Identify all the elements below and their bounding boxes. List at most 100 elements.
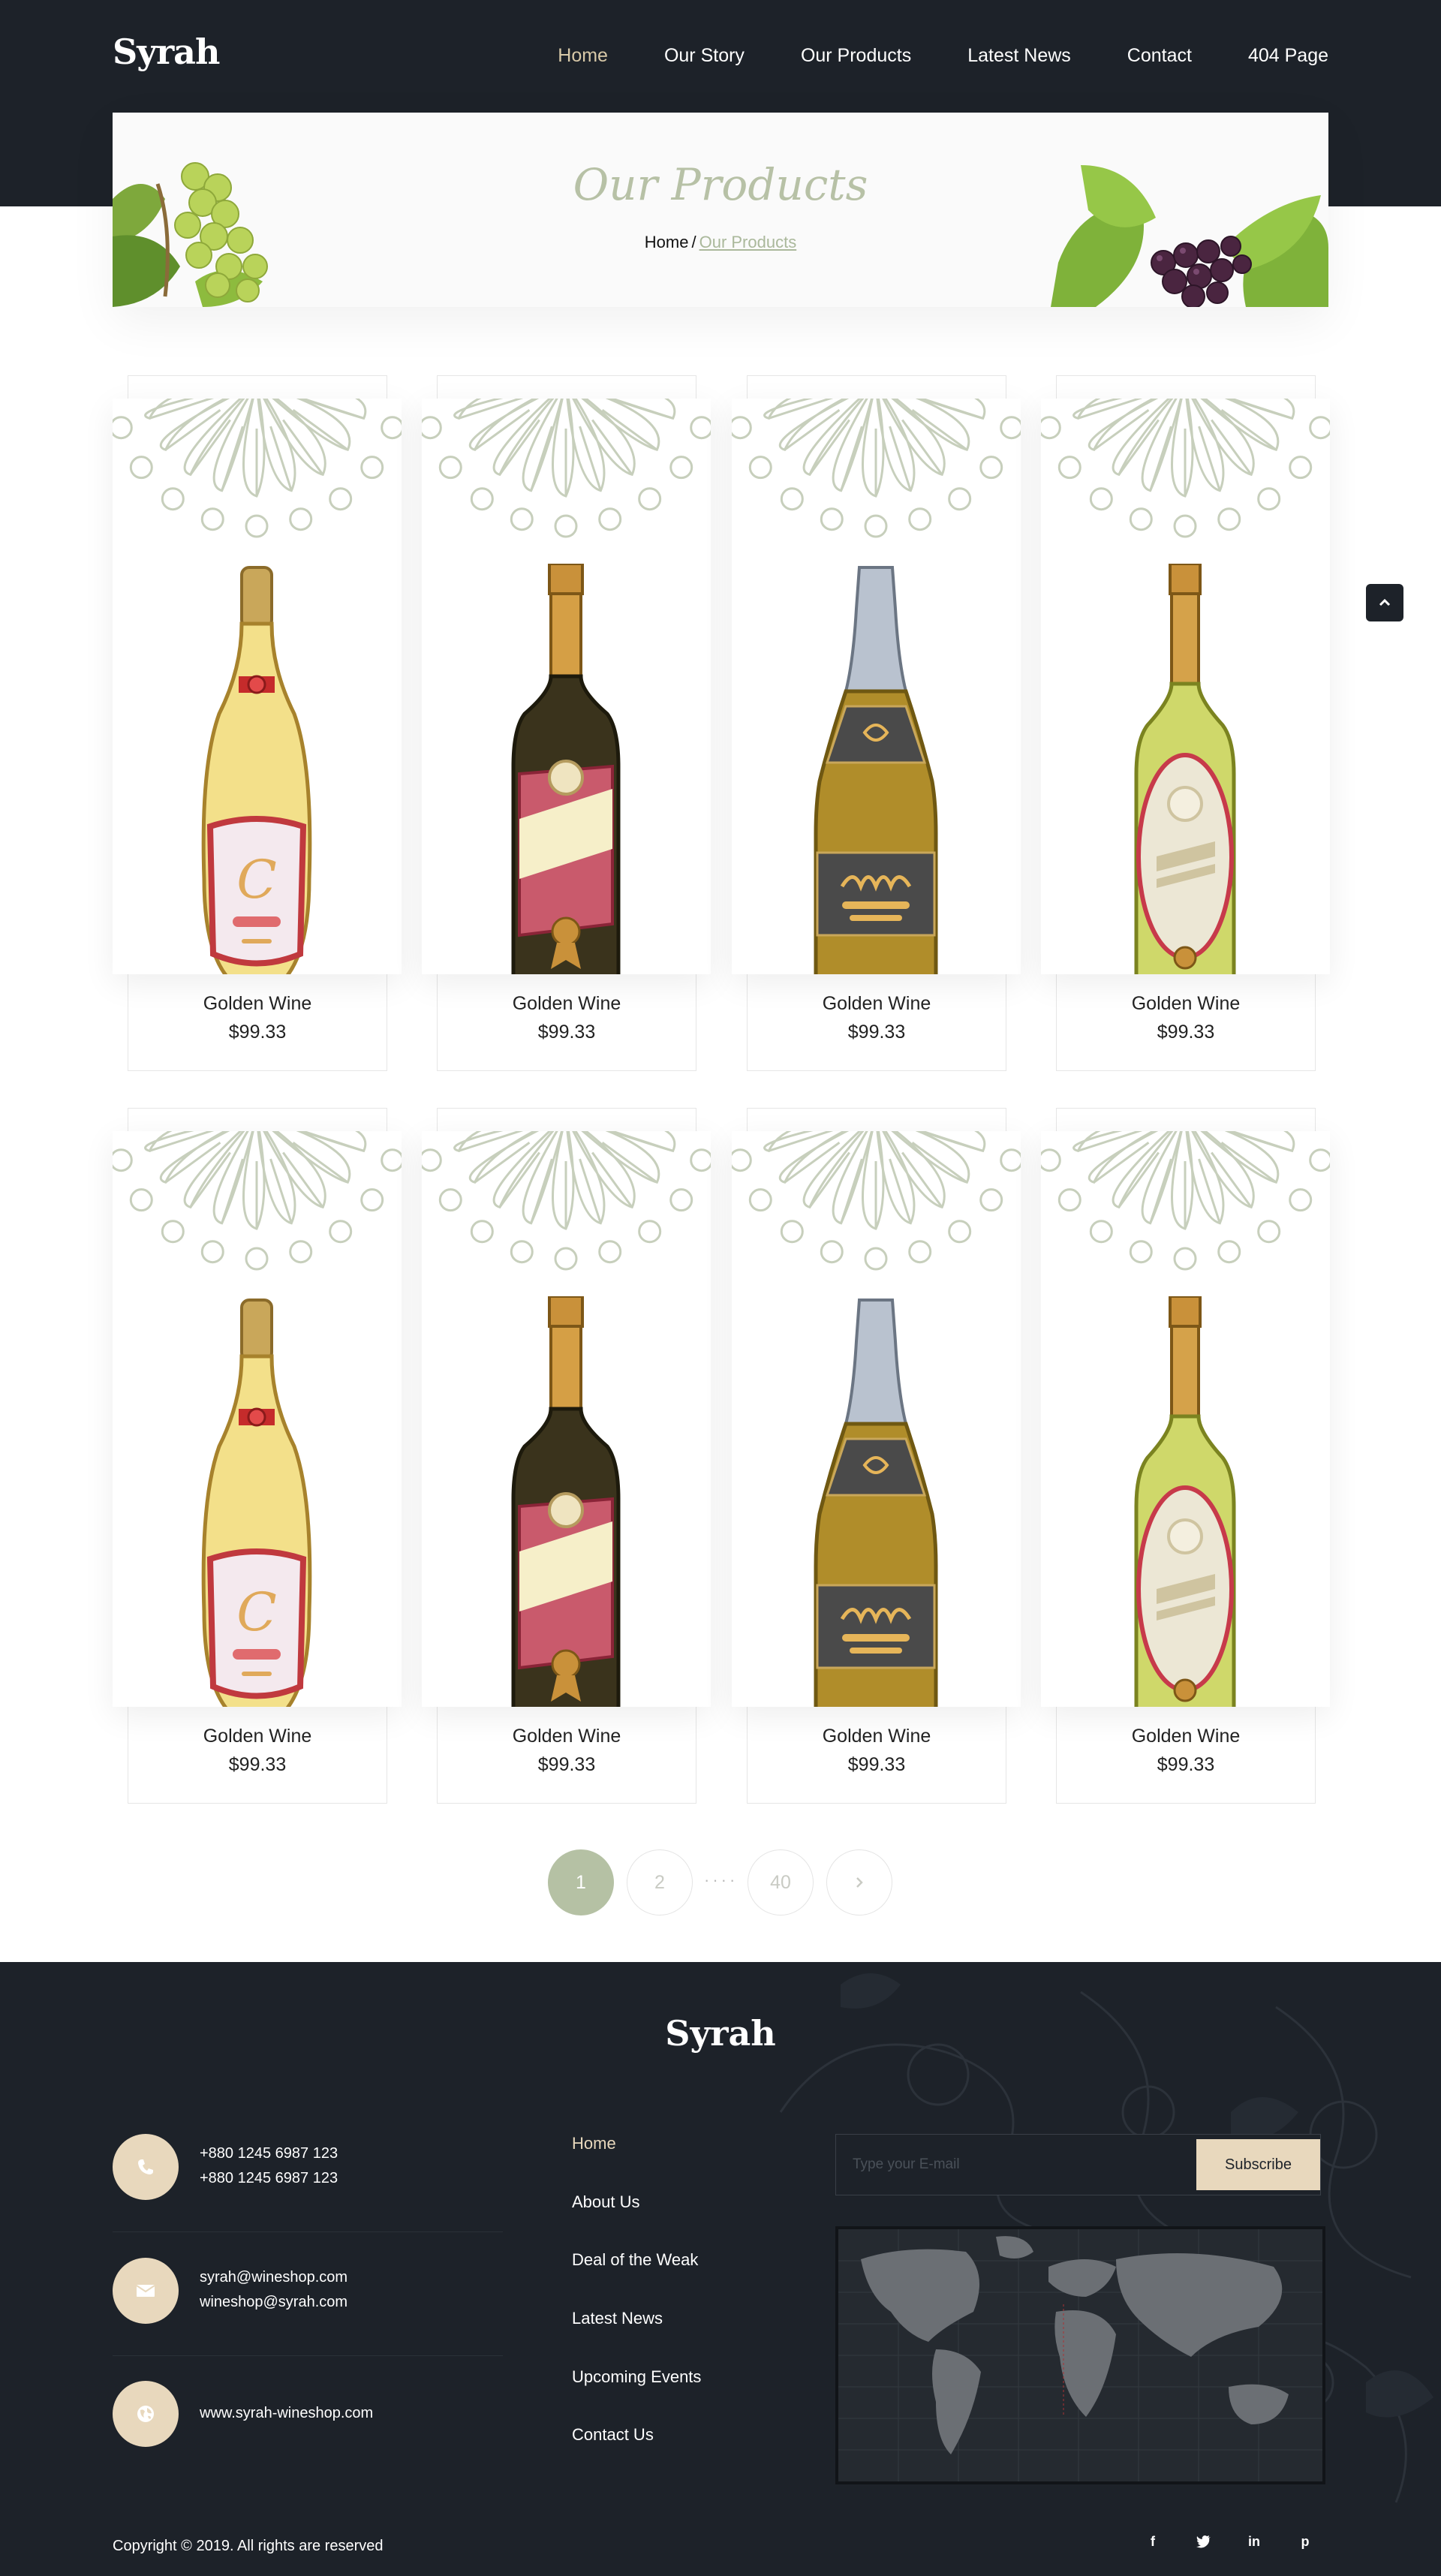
footer-logo[interactable]: Syrah xyxy=(0,2013,1441,2054)
product-price: $99.33 xyxy=(1157,1022,1215,1043)
email-subscribe-input[interactable] xyxy=(853,2151,1183,2178)
phone-icon xyxy=(138,2159,153,2174)
product-name[interactable]: Golden Wine xyxy=(748,1726,1006,1747)
footer-link-upcoming-events[interactable]: Upcoming Events xyxy=(572,2367,701,2387)
mandala-pattern xyxy=(422,1131,711,1271)
envelope-icon-circle xyxy=(113,2258,179,2324)
pinterest-icon: p xyxy=(1301,2533,1310,2549)
footer-link-deal-of-the-weak[interactable]: Deal of the Weak xyxy=(572,2250,698,2270)
champagne-bottle-image: C xyxy=(201,1299,312,1707)
chevron-up-icon xyxy=(1379,598,1391,606)
contact-divider xyxy=(113,2231,503,2232)
product-image[interactable] xyxy=(1041,399,1330,974)
linkedin-button[interactable]: in xyxy=(1235,2523,1273,2560)
product-card[interactable]: Golden Wine $99.33 xyxy=(1041,1108,1330,1804)
contact-website: www.syrah-wineshop.com xyxy=(113,2381,533,2448)
contact-divider xyxy=(113,2355,503,2356)
product-name[interactable]: Golden Wine xyxy=(1057,1726,1315,1747)
footer-link-contact-us[interactable]: Contact Us xyxy=(572,2425,654,2445)
email-line-2[interactable]: wineshop@syrah.com xyxy=(200,2290,347,2315)
product-name[interactable]: Golden Wine xyxy=(128,993,387,1015)
product-price: $99.33 xyxy=(228,1022,287,1043)
product-card[interactable]: Golden Wine $99.33 xyxy=(422,1108,711,1804)
product-image[interactable] xyxy=(732,399,1021,974)
globe-icon xyxy=(137,2406,154,2422)
product-name[interactable]: Golden Wine xyxy=(748,993,1006,1015)
product-name[interactable]: Golden Wine xyxy=(1057,993,1315,1015)
twitter-button[interactable] xyxy=(1185,2523,1223,2560)
pagination: 1 2 ···· 40 xyxy=(0,1849,1441,1917)
mandala-pattern xyxy=(732,1131,1021,1271)
nav-404-page[interactable]: 404 Page xyxy=(1248,42,1328,69)
facebook-button[interactable]: f xyxy=(1134,2523,1172,2560)
mandala-pattern xyxy=(1041,1131,1330,1271)
page-40-button[interactable]: 40 xyxy=(748,1849,814,1915)
product-image[interactable]: C xyxy=(113,1131,402,1707)
breadcrumb-current[interactable]: Our Products xyxy=(699,233,797,251)
nav-our-story[interactable]: Our Story xyxy=(664,42,745,69)
phone-icon-circle xyxy=(113,2134,179,2200)
mandala-pattern xyxy=(1041,399,1330,538)
scroll-to-top-button[interactable] xyxy=(1366,584,1403,621)
mandala-pattern xyxy=(732,399,1021,538)
world-map xyxy=(835,2226,1325,2484)
world-map-image xyxy=(838,2229,1322,2481)
product-image[interactable] xyxy=(732,1131,1021,1707)
mandala-pattern xyxy=(113,1131,402,1271)
white-wine-bottle-image xyxy=(1134,564,1236,974)
phone-line-2[interactable]: +880 1245 6987 123 xyxy=(200,2166,338,2191)
product-card[interactable]: Golden Wine $99.33 xyxy=(732,375,1021,1071)
sparkling-wine-bottle-image xyxy=(814,1299,938,1707)
site-logo[interactable]: Syrah xyxy=(113,32,220,72)
page-banner: Our Products Home / Our Products xyxy=(113,113,1328,307)
svg-text:C: C xyxy=(236,1581,277,1643)
product-card[interactable]: Golden Wine $99.33 xyxy=(1041,375,1330,1071)
globe-icon-circle xyxy=(113,2381,179,2447)
nav-contact[interactable]: Contact xyxy=(1127,42,1192,69)
copyright-text: Copyright © 2019. All rights are reserve… xyxy=(113,2538,384,2554)
main-nav: Home Our Story Our Products Latest News … xyxy=(501,42,1328,69)
pinterest-button[interactable]: p xyxy=(1286,2523,1324,2560)
product-image[interactable]: C xyxy=(113,399,402,974)
sparkling-wine-bottle-image xyxy=(814,566,938,974)
product-name[interactable]: Golden Wine xyxy=(128,1726,387,1747)
product-price: $99.33 xyxy=(847,1754,906,1775)
product-card[interactable]: Golden Wine $99.33 xyxy=(732,1108,1021,1804)
linkedin-icon: in xyxy=(1248,2533,1260,2549)
product-image[interactable] xyxy=(1041,1131,1330,1707)
product-image[interactable] xyxy=(422,399,711,974)
newsletter-form: Subscribe xyxy=(835,2134,1321,2195)
page-2-button[interactable]: 2 xyxy=(627,1849,693,1915)
nav-home[interactable]: Home xyxy=(558,42,608,69)
product-card[interactable]: C Golden Wine $99.33 xyxy=(113,1108,402,1804)
product-price: $99.33 xyxy=(847,1022,906,1043)
email-line-1[interactable]: syrah@wineshop.com xyxy=(200,2265,347,2290)
subscribe-button[interactable]: Subscribe xyxy=(1196,2139,1320,2190)
svg-text:C: C xyxy=(236,849,277,910)
champagne-bottle-image: C xyxy=(201,566,312,974)
product-image[interactable] xyxy=(422,1131,711,1707)
breadcrumb-home[interactable]: Home xyxy=(645,233,689,251)
page-1-button[interactable]: 1 xyxy=(548,1849,614,1915)
nav-latest-news[interactable]: Latest News xyxy=(967,42,1071,69)
mandala-pattern xyxy=(422,399,711,538)
footer-link-about-us[interactable]: About Us xyxy=(572,2192,640,2212)
footer-link-latest-news[interactable]: Latest News xyxy=(572,2309,663,2328)
contact-email: syrah@wineshop.com wineshop@syrah.com xyxy=(113,2258,533,2356)
breadcrumb-separator: / xyxy=(691,233,696,251)
product-name[interactable]: Golden Wine xyxy=(438,1726,696,1747)
product-price: $99.33 xyxy=(537,1754,596,1775)
phone-line-1[interactable]: +880 1245 6987 123 xyxy=(200,2141,338,2166)
chevron-right-icon xyxy=(856,1877,863,1888)
footer-link-home[interactable]: Home xyxy=(572,2134,616,2153)
nav-our-products[interactable]: Our Products xyxy=(801,42,911,69)
pagination-ellipsis: ···· xyxy=(704,1870,739,1889)
product-card[interactable]: C Golden Wine $99.33 xyxy=(113,375,402,1071)
product-card[interactable]: Golden Wine $99.33 xyxy=(422,375,711,1071)
next-page-button[interactable] xyxy=(826,1849,892,1915)
website-line[interactable]: www.syrah-wineshop.com xyxy=(200,2401,373,2426)
product-price: $99.33 xyxy=(1157,1754,1215,1775)
product-name[interactable]: Golden Wine xyxy=(438,993,696,1015)
contact-phone: +880 1245 6987 123 +880 1245 6987 123 xyxy=(113,2134,533,2232)
purple-grapes-illustration xyxy=(1051,165,1328,307)
